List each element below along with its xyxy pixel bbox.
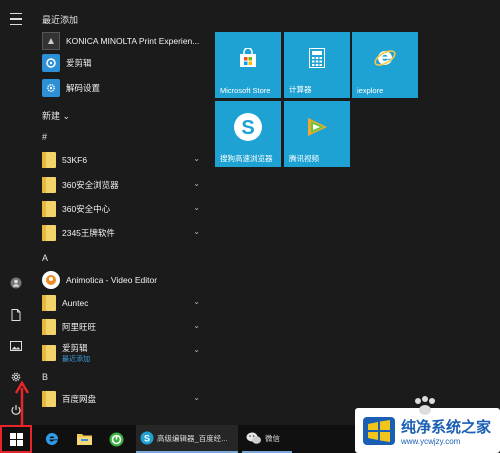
- tile-tencent-video[interactable]: 腾讯视频: [284, 101, 350, 167]
- tile-label: 腾讯视频: [289, 154, 319, 163]
- menu-icon: [10, 12, 22, 15]
- taskbar-item-label: 微信: [265, 433, 280, 443]
- app-item-konica[interactable]: KONICA MINOLTA Print Experien...: [32, 30, 208, 52]
- app-item-label: 百度网盘: [62, 394, 97, 404]
- edge-icon: [45, 432, 59, 445]
- app-item-animotica[interactable]: Animotica - Video Editor: [32, 269, 208, 291]
- app-item-label: 2345王牌软件: [62, 228, 115, 238]
- chevron-down-icon: ⌄: [193, 297, 200, 306]
- folder-icon: [42, 319, 56, 335]
- tencent-video-icon: [305, 116, 329, 138]
- chevron-down-icon: ⌄: [193, 321, 200, 330]
- chevron-down-icon: ⌄: [193, 154, 200, 163]
- taskbar-edge[interactable]: [40, 425, 64, 453]
- start-rail: [0, 0, 32, 425]
- taskbar-sogou-editor[interactable]: S 高级编辑器_百度经...: [136, 425, 238, 453]
- app-item-label: 阿里旺旺: [62, 322, 97, 332]
- folder-icon: [42, 201, 56, 217]
- folder-icon: [76, 434, 92, 445]
- app-item-auntec[interactable]: Auntec ⌄: [32, 292, 208, 314]
- expand-new-apps[interactable]: 新建 ⌄: [42, 109, 70, 122]
- section-header-b[interactable]: B: [42, 372, 48, 382]
- calculator-icon: [309, 48, 325, 69]
- tile-label: iexplore: [357, 86, 384, 95]
- red-arrow-annotation: [14, 380, 30, 426]
- app-list: 最近添加 KONICA MINOLTA Print Experien... 爱剪…: [32, 0, 208, 425]
- tile-label: 搜狗高速浏览器: [220, 154, 273, 163]
- app-item-label: 360安全浏览器: [62, 180, 119, 190]
- document-icon: [11, 309, 21, 321]
- chevron-down-icon: ⌄: [193, 393, 200, 402]
- paw-icon: [415, 396, 435, 415]
- app-item-label: Auntec: [62, 298, 89, 308]
- store-icon: [237, 48, 259, 68]
- section-header-recent: 最近添加: [42, 15, 79, 25]
- start-button[interactable]: [0, 425, 32, 453]
- taskbar-360[interactable]: [104, 425, 128, 453]
- svg-text:S: S: [241, 117, 254, 139]
- app-item-label: 解码设置: [66, 83, 101, 93]
- chevron-down-icon: ⌄: [193, 179, 200, 188]
- app-item-decode-settings[interactable]: 解码设置: [32, 77, 208, 99]
- 360-icon: [109, 432, 123, 446]
- app-item-label: 爱剪辑: [62, 343, 88, 353]
- folder-icon: [42, 152, 56, 168]
- user-account-button[interactable]: [0, 268, 32, 298]
- tile-microsoft-store[interactable]: Microsoft Store: [215, 32, 281, 98]
- app-item-53kf6[interactable]: 53KF6 ⌄: [32, 149, 208, 171]
- recently-added-badge: 最近添加: [62, 356, 90, 363]
- chevron-down-icon: ⌄: [193, 345, 200, 354]
- chevron-down-icon: ⌄: [193, 227, 200, 236]
- taskbar-file-explorer[interactable]: [72, 425, 96, 453]
- app-item-label: 53KF6: [62, 155, 88, 165]
- expand-menu-button[interactable]: [0, 4, 32, 34]
- picture-icon: [10, 341, 22, 351]
- svg-text:S: S: [144, 434, 150, 444]
- app-item-360center[interactable]: 360安全中心 ⌄: [32, 198, 208, 220]
- app-item-aijianji-recent[interactable]: 爱剪辑: [32, 52, 208, 74]
- folder-icon: [42, 225, 56, 241]
- app-item-aijianji[interactable]: 爱剪辑 最近添加 ⌄: [32, 340, 208, 366]
- app-item-label: 爱剪辑: [66, 58, 92, 68]
- tile-iexplore[interactable]: iexplore: [352, 32, 418, 98]
- pictures-button[interactable]: [0, 331, 32, 361]
- tile-label: 计算器: [289, 85, 312, 94]
- user-icon: [10, 277, 22, 289]
- folder-icon: [42, 295, 56, 311]
- ie-icon: [373, 46, 397, 70]
- watermark-url: www.ycwjzy.com: [401, 436, 461, 446]
- konica-icon: [42, 32, 60, 50]
- tile-label: Microsoft Store: [220, 86, 271, 95]
- section-header-hash[interactable]: #: [42, 132, 47, 142]
- section-header-a[interactable]: A: [42, 253, 48, 263]
- sogou-icon: S: [140, 431, 154, 445]
- app-item-label: KONICA MINOLTA Print Experien...: [66, 36, 200, 46]
- taskbar-item-label: 高级编辑器_百度经...: [157, 433, 228, 443]
- decode-settings-icon: [42, 79, 60, 97]
- app-item-baidu-netdisk[interactable]: 百度网盘 ⌄: [32, 388, 208, 410]
- app-item-2345[interactable]: 2345王牌软件 ⌄: [32, 222, 208, 244]
- watermark-title: 纯净系统之家: [401, 417, 492, 436]
- documents-button[interactable]: [0, 300, 32, 330]
- app-item-label: 360安全中心: [62, 204, 111, 214]
- app-item-360browser[interactable]: 360安全浏览器 ⌄: [32, 174, 208, 196]
- folder-icon: [42, 177, 56, 193]
- aijianji-icon: [42, 54, 60, 72]
- chevron-down-icon: ⌄: [193, 203, 200, 212]
- taskbar-wechat[interactable]: 微信: [242, 425, 292, 453]
- folder-icon: [42, 391, 56, 407]
- animotica-icon: [42, 271, 60, 289]
- windows-logo-icon: [9, 432, 23, 446]
- app-item-label: Animotica - Video Editor: [66, 275, 158, 285]
- watermark-logo-icon: [363, 416, 395, 445]
- sogou-icon: S: [233, 112, 263, 142]
- wechat-icon: [246, 432, 261, 444]
- app-item-aliwangwang[interactable]: 阿里旺旺 ⌄: [32, 316, 208, 338]
- folder-icon: [42, 345, 56, 361]
- tile-sogou-browser[interactable]: S 搜狗高速浏览器: [215, 101, 281, 167]
- tile-calculator[interactable]: 计算器: [284, 32, 350, 98]
